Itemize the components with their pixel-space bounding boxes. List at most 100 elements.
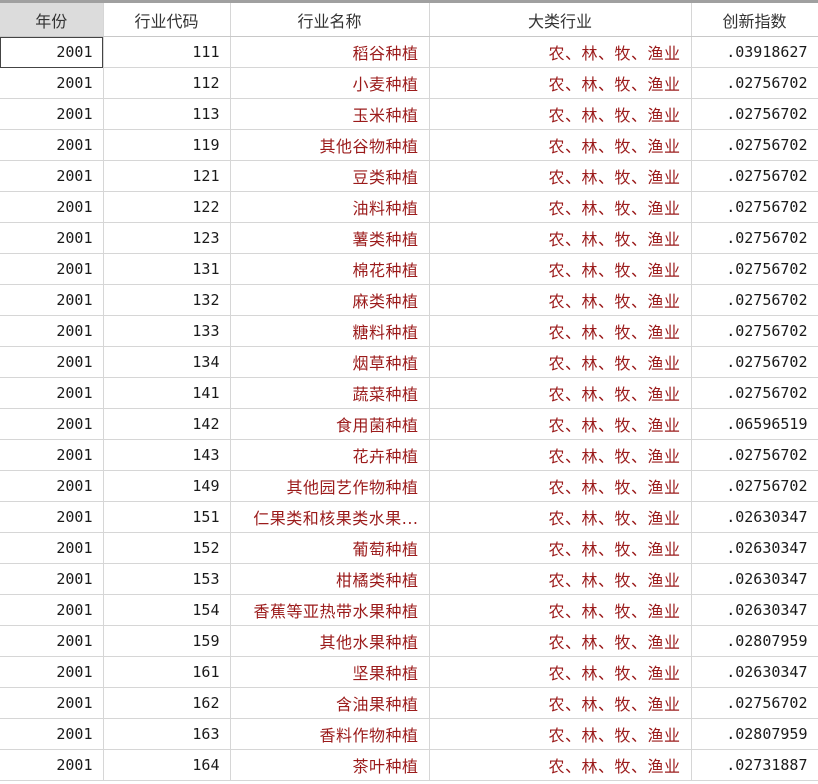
cell-innovation-index[interactable]: .02756702 bbox=[691, 222, 818, 254]
cell-industry-name[interactable]: 柑橘类种植 bbox=[230, 563, 430, 595]
cell-year[interactable]: 2001 bbox=[0, 408, 104, 440]
cell-industry-name[interactable]: 仁果类和核果类水果... bbox=[230, 501, 430, 533]
cell-sector[interactable]: 农、林、牧、渔业 bbox=[429, 563, 692, 595]
cell-industry-code[interactable]: 123 bbox=[103, 222, 231, 254]
cell-industry-code[interactable]: 152 bbox=[103, 532, 231, 564]
cell-year[interactable]: 2001 bbox=[0, 67, 104, 99]
cell-year[interactable]: 2001 bbox=[0, 98, 104, 130]
cell-sector[interactable]: 农、林、牧、渔业 bbox=[429, 656, 692, 688]
cell-industry-name[interactable]: 其他水果种植 bbox=[230, 625, 430, 657]
cell-year[interactable]: 2001 bbox=[0, 160, 104, 192]
cell-sector[interactable]: 农、林、牧、渔业 bbox=[429, 160, 692, 192]
cell-year[interactable]: 2001 bbox=[0, 129, 104, 161]
table-row[interactable]: 2001 143 花卉种植 农、林、牧、渔业 .02756702 bbox=[0, 439, 818, 471]
cell-innovation-index[interactable]: .02630347 bbox=[691, 532, 818, 564]
cell-innovation-index[interactable]: .02756702 bbox=[691, 470, 818, 502]
cell-innovation-index[interactable]: .03918627 bbox=[691, 36, 818, 68]
cell-industry-name[interactable]: 香蕉等亚热带水果种植 bbox=[230, 594, 430, 626]
cell-sector[interactable]: 农、林、牧、渔业 bbox=[429, 36, 692, 68]
table-row[interactable]: 2001 159 其他水果种植 农、林、牧、渔业 .02807959 bbox=[0, 625, 818, 657]
cell-year[interactable]: 2001 bbox=[0, 315, 104, 347]
cell-sector[interactable]: 农、林、牧、渔业 bbox=[429, 346, 692, 378]
table-row[interactable]: 2001 119 其他谷物种植 农、林、牧、渔业 .02756702 bbox=[0, 129, 818, 161]
column-header-industry-code[interactable]: 行业代码 bbox=[103, 3, 231, 37]
table-row[interactable]: 2001 112 小麦种植 农、林、牧、渔业 .02756702 bbox=[0, 67, 818, 99]
cell-sector[interactable]: 农、林、牧、渔业 bbox=[429, 470, 692, 502]
cell-sector[interactable]: 农、林、牧、渔业 bbox=[429, 501, 692, 533]
table-row[interactable]: 2001 153 柑橘类种植 农、林、牧、渔业 .02630347 bbox=[0, 563, 818, 595]
cell-industry-name[interactable]: 玉米种植 bbox=[230, 98, 430, 130]
cell-sector[interactable]: 农、林、牧、渔业 bbox=[429, 687, 692, 719]
table-row[interactable]: 2001 141 蔬菜种植 农、林、牧、渔业 .02756702 bbox=[0, 377, 818, 409]
cell-innovation-index[interactable]: .02807959 bbox=[691, 718, 818, 750]
cell-industry-name[interactable]: 其他谷物种植 bbox=[230, 129, 430, 161]
column-header-innovation-index[interactable]: 创新指数 bbox=[691, 3, 818, 37]
cell-innovation-index[interactable]: .02630347 bbox=[691, 563, 818, 595]
cell-year[interactable]: 2001 bbox=[0, 36, 104, 68]
cell-sector[interactable]: 农、林、牧、渔业 bbox=[429, 284, 692, 316]
cell-sector[interactable]: 农、林、牧、渔业 bbox=[429, 439, 692, 471]
cell-innovation-index[interactable]: .02756702 bbox=[691, 67, 818, 99]
table-row[interactable]: 2001 142 食用菌种植 农、林、牧、渔业 .06596519 bbox=[0, 408, 818, 440]
cell-industry-code[interactable]: 132 bbox=[103, 284, 231, 316]
table-row[interactable]: 2001 133 糖料种植 农、林、牧、渔业 .02756702 bbox=[0, 315, 818, 347]
cell-industry-code[interactable]: 133 bbox=[103, 315, 231, 347]
cell-industry-code[interactable]: 119 bbox=[103, 129, 231, 161]
cell-industry-name[interactable]: 棉花种植 bbox=[230, 253, 430, 285]
cell-sector[interactable]: 农、林、牧、渔业 bbox=[429, 377, 692, 409]
cell-innovation-index[interactable]: .02731887 bbox=[691, 749, 818, 781]
cell-year[interactable]: 2001 bbox=[0, 377, 104, 409]
cell-sector[interactable]: 农、林、牧、渔业 bbox=[429, 129, 692, 161]
cell-industry-name[interactable]: 薯类种植 bbox=[230, 222, 430, 254]
cell-industry-code[interactable]: 141 bbox=[103, 377, 231, 409]
cell-industry-name[interactable]: 茶叶种植 bbox=[230, 749, 430, 781]
table-row[interactable]: 2001 134 烟草种植 农、林、牧、渔业 .02756702 bbox=[0, 346, 818, 378]
cell-industry-name[interactable]: 麻类种植 bbox=[230, 284, 430, 316]
cell-innovation-index[interactable]: .02756702 bbox=[691, 98, 818, 130]
table-row[interactable]: 2001 149 其他园艺作物种植 农、林、牧、渔业 .02756702 bbox=[0, 470, 818, 502]
cell-sector[interactable]: 农、林、牧、渔业 bbox=[429, 222, 692, 254]
table-row[interactable]: 2001 121 豆类种植 农、林、牧、渔业 .02756702 bbox=[0, 160, 818, 192]
cell-industry-name[interactable]: 食用菌种植 bbox=[230, 408, 430, 440]
cell-year[interactable]: 2001 bbox=[0, 439, 104, 471]
cell-sector[interactable]: 农、林、牧、渔业 bbox=[429, 67, 692, 99]
cell-industry-code[interactable]: 159 bbox=[103, 625, 231, 657]
cell-innovation-index[interactable]: .02630347 bbox=[691, 594, 818, 626]
cell-industry-name[interactable]: 豆类种植 bbox=[230, 160, 430, 192]
cell-industry-name[interactable]: 葡萄种植 bbox=[230, 532, 430, 564]
cell-industry-name[interactable]: 烟草种植 bbox=[230, 346, 430, 378]
cell-year[interactable]: 2001 bbox=[0, 656, 104, 688]
cell-innovation-index[interactable]: .02756702 bbox=[691, 191, 818, 223]
cell-year[interactable]: 2001 bbox=[0, 625, 104, 657]
cell-industry-name[interactable]: 坚果种植 bbox=[230, 656, 430, 688]
cell-industry-name[interactable]: 糖料种植 bbox=[230, 315, 430, 347]
cell-industry-code[interactable]: 161 bbox=[103, 656, 231, 688]
cell-industry-code[interactable]: 163 bbox=[103, 718, 231, 750]
table-row[interactable]: 2001 154 香蕉等亚热带水果种植 农、林、牧、渔业 .02630347 bbox=[0, 594, 818, 626]
cell-sector[interactable]: 农、林、牧、渔业 bbox=[429, 594, 692, 626]
cell-innovation-index[interactable]: .02630347 bbox=[691, 501, 818, 533]
cell-industry-name[interactable]: 其他园艺作物种植 bbox=[230, 470, 430, 502]
table-row[interactable]: 2001 111 稻谷种植 农、林、牧、渔业 .03918627 bbox=[0, 36, 818, 68]
cell-industry-code[interactable]: 149 bbox=[103, 470, 231, 502]
cell-sector[interactable]: 农、林、牧、渔业 bbox=[429, 625, 692, 657]
cell-sector[interactable]: 农、林、牧、渔业 bbox=[429, 749, 692, 781]
cell-innovation-index[interactable]: .02756702 bbox=[691, 439, 818, 471]
cell-industry-code[interactable]: 151 bbox=[103, 501, 231, 533]
cell-innovation-index[interactable]: .02756702 bbox=[691, 253, 818, 285]
cell-sector[interactable]: 农、林、牧、渔业 bbox=[429, 315, 692, 347]
table-row[interactable]: 2001 131 棉花种植 农、林、牧、渔业 .02756702 bbox=[0, 253, 818, 285]
cell-sector[interactable]: 农、林、牧、渔业 bbox=[429, 191, 692, 223]
cell-year[interactable]: 2001 bbox=[0, 253, 104, 285]
cell-innovation-index[interactable]: .02756702 bbox=[691, 129, 818, 161]
cell-year[interactable]: 2001 bbox=[0, 718, 104, 750]
cell-industry-code[interactable]: 142 bbox=[103, 408, 231, 440]
cell-industry-code[interactable]: 113 bbox=[103, 98, 231, 130]
cell-industry-code[interactable]: 131 bbox=[103, 253, 231, 285]
cell-innovation-index[interactable]: .02756702 bbox=[691, 315, 818, 347]
cell-industry-code[interactable]: 153 bbox=[103, 563, 231, 595]
cell-innovation-index[interactable]: .02756702 bbox=[691, 346, 818, 378]
cell-industry-name[interactable]: 小麦种植 bbox=[230, 67, 430, 99]
cell-year[interactable]: 2001 bbox=[0, 594, 104, 626]
cell-industry-code[interactable]: 121 bbox=[103, 160, 231, 192]
